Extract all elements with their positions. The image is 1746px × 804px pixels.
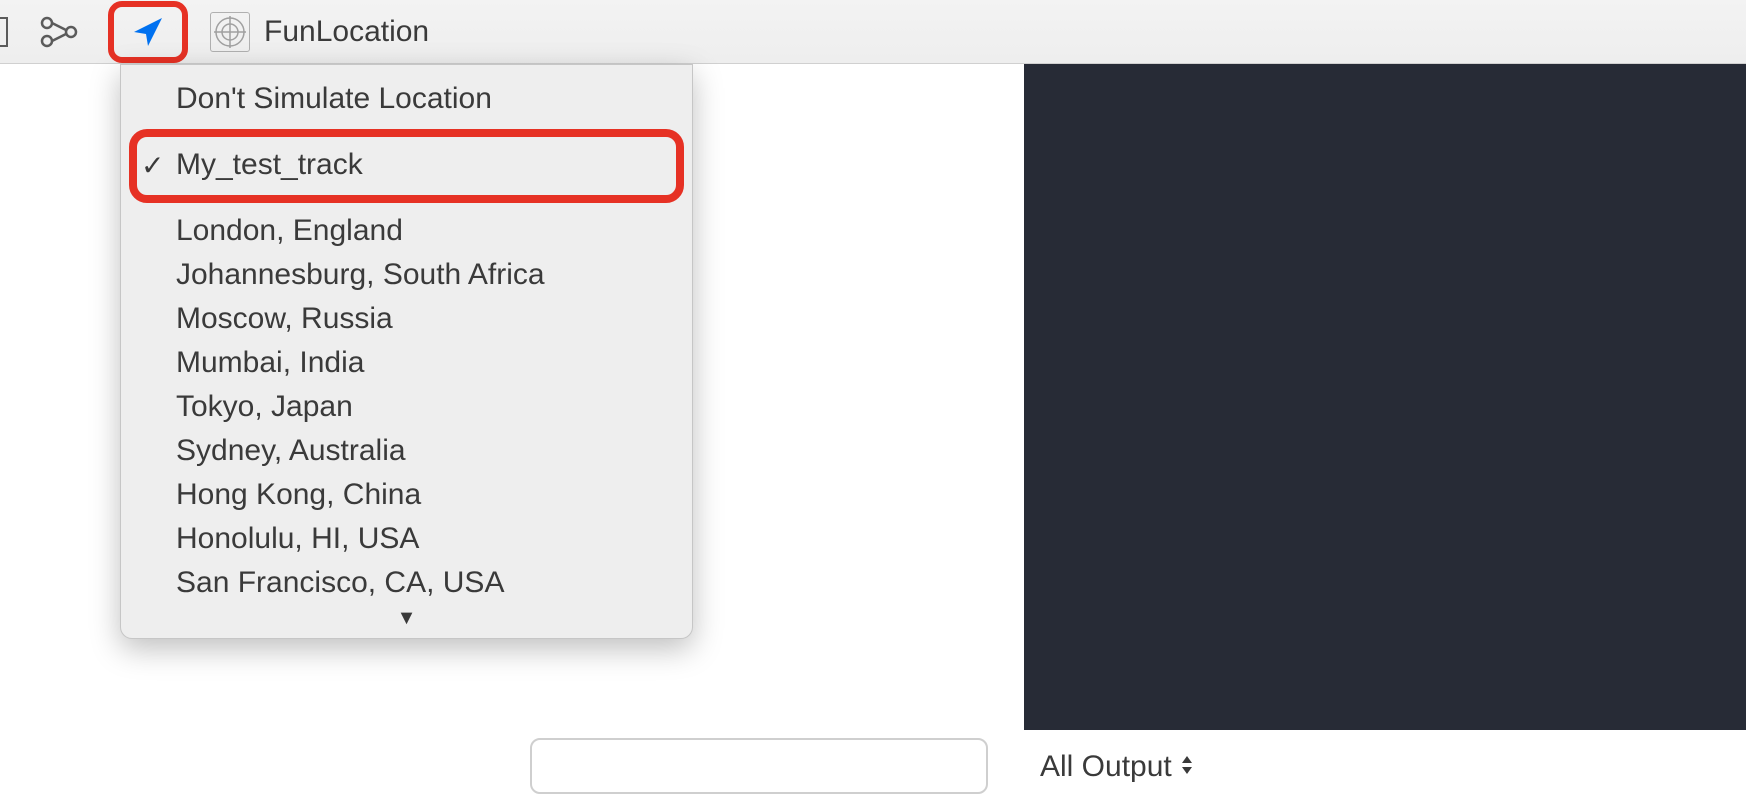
menu-item-location[interactable]: Tokyo, Japan bbox=[121, 385, 692, 429]
chevron-down-icon: ▼ bbox=[397, 607, 417, 629]
menu-item-label: Hong Kong, China bbox=[176, 478, 421, 512]
menu-item-label: Tokyo, Japan bbox=[176, 390, 353, 424]
app-target-icon bbox=[210, 12, 250, 52]
menu-item-label: Johannesburg, South Africa bbox=[176, 258, 545, 292]
menu-item-location[interactable]: Mumbai, India bbox=[121, 341, 692, 385]
menu-separator bbox=[121, 121, 692, 141]
project-name-text: FunLocation bbox=[264, 15, 429, 49]
menu-item-label: Moscow, Russia bbox=[176, 302, 393, 336]
menu-separator bbox=[121, 189, 692, 209]
simulate-location-button-highlight bbox=[108, 1, 188, 63]
menu-item-location[interactable]: London, England bbox=[121, 209, 692, 253]
menu-item-location[interactable]: Hong Kong, China bbox=[121, 473, 692, 517]
console-pane: All Output bbox=[1024, 64, 1746, 804]
menu-item-dont-simulate[interactable]: Don't Simulate Location bbox=[121, 77, 692, 121]
output-filter-dropdown[interactable]: All Output bbox=[1040, 750, 1194, 784]
project-label[interactable]: FunLocation bbox=[210, 12, 429, 52]
updown-icon bbox=[1180, 754, 1194, 776]
location-dropdown-menu: Don't Simulate Location ✓ My_test_track … bbox=[120, 64, 693, 639]
menu-item-label: San Francisco, CA, USA bbox=[176, 566, 504, 600]
menu-item-selected-track[interactable]: ✓ My_test_track bbox=[121, 141, 692, 189]
console-footer: All Output bbox=[1024, 730, 1746, 804]
menu-more-indicator[interactable]: ▼ bbox=[121, 605, 692, 630]
simulate-location-button[interactable] bbox=[121, 10, 175, 54]
menu-item-label: Sydney, Australia bbox=[176, 434, 406, 468]
menu-item-location[interactable]: Johannesburg, South Africa bbox=[121, 253, 692, 297]
panel-toggle-icon[interactable] bbox=[0, 18, 10, 46]
menu-item-location[interactable]: San Francisco, CA, USA bbox=[121, 561, 692, 605]
menu-item-label: Don't Simulate Location bbox=[176, 82, 492, 116]
breakpoints-icon[interactable] bbox=[32, 10, 86, 54]
check-icon: ✓ bbox=[141, 149, 164, 182]
menu-item-location[interactable]: Sydney, Australia bbox=[121, 429, 692, 473]
output-filter-label: All Output bbox=[1040, 750, 1172, 783]
menu-item-label: Honolulu, HI, USA bbox=[176, 522, 419, 556]
menu-item-label: Mumbai, India bbox=[176, 346, 364, 380]
menu-item-location[interactable]: Moscow, Russia bbox=[121, 297, 692, 341]
menu-item-label: London, England bbox=[176, 214, 403, 248]
menu-item-location[interactable]: Honolulu, HI, USA bbox=[121, 517, 692, 561]
debug-toolbar: FunLocation bbox=[0, 0, 1746, 64]
menu-item-label: My_test_track bbox=[176, 148, 363, 182]
filter-input[interactable] bbox=[530, 738, 988, 794]
